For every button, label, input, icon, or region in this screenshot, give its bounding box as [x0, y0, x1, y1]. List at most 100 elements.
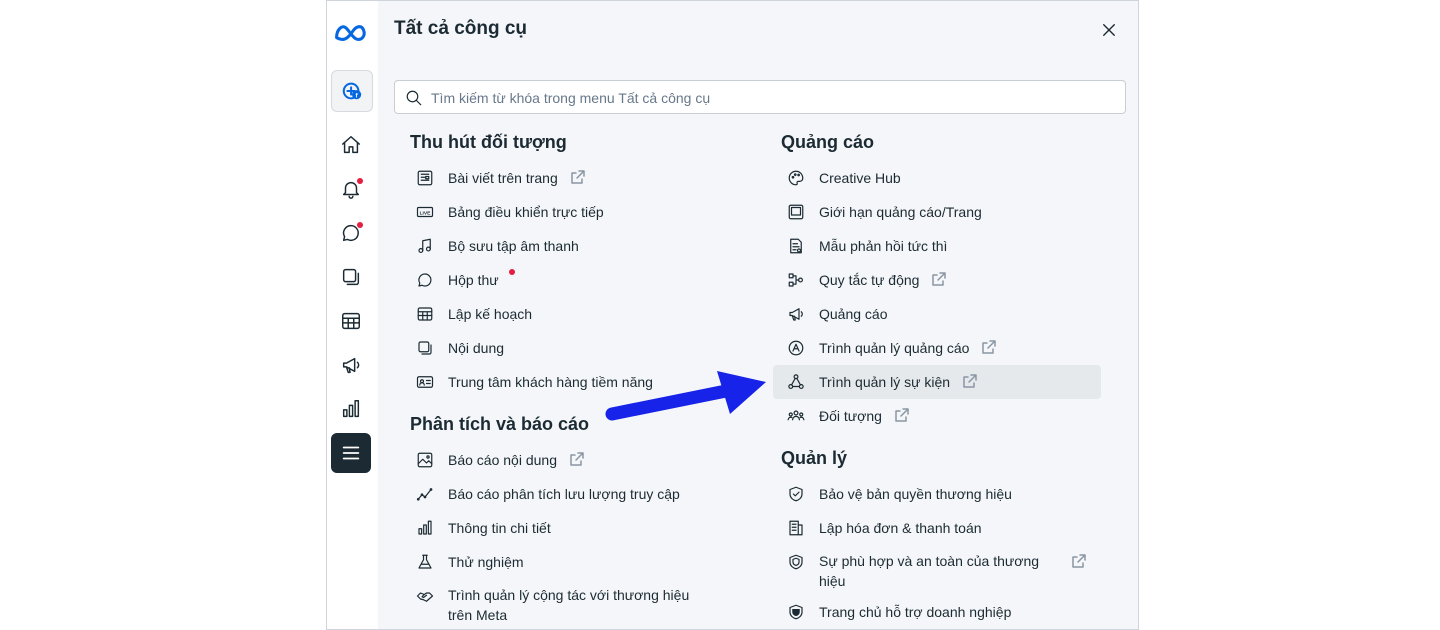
tool-label: Quảng cáo: [819, 306, 888, 322]
tool-content[interactable]: Nội dung: [410, 331, 740, 365]
support-shield-icon: [787, 603, 805, 621]
insights-icon[interactable]: [331, 389, 371, 429]
tool-label: Bộ sưu tập âm thanh: [448, 238, 579, 254]
tool-label: Bảo vệ bản quyền thương hiệu: [819, 486, 1012, 502]
close-button[interactable]: [1098, 19, 1120, 41]
external-link-icon: [570, 169, 586, 185]
section-title-ads: Quảng cáo: [781, 132, 875, 152]
tool-label: Lập hóa đơn & thanh toán: [819, 520, 982, 536]
tool-billing[interactable]: Lập hóa đơn & thanh toán: [781, 511, 1101, 545]
section-title-analytics: Phân tích và báo cáo: [410, 414, 590, 434]
menu-icon[interactable]: [331, 433, 371, 473]
search-icon: [406, 90, 422, 106]
search-field[interactable]: [394, 80, 1126, 115]
external-link-icon: [981, 339, 997, 355]
handshake-icon: [416, 587, 434, 605]
shield-icon: [787, 553, 805, 571]
tool-label: Bài viết trên trang: [448, 170, 558, 186]
left-rail: f: [327, 1, 378, 629]
tool-ads[interactable]: Quảng cáo: [781, 297, 1101, 331]
external-link-icon: [962, 373, 978, 389]
tool-label: Thông tin chi tiết: [448, 520, 551, 536]
flow-icon: [787, 271, 805, 289]
tool-sound-collection[interactable]: Bộ sưu tập âm thanh: [410, 229, 740, 263]
tool-brand-collabs[interactable]: Trình quản lý cộng tác với thương hiệu t…: [410, 579, 710, 627]
flask-icon: [416, 553, 434, 571]
events-icon: [787, 373, 805, 391]
tool-creative-hub[interactable]: Creative Hub: [781, 161, 1101, 195]
tool-label: Nội dung: [448, 340, 505, 356]
tool-label: Quy tắc tự động: [819, 272, 920, 288]
planner-icon[interactable]: [331, 301, 371, 341]
content-stack-icon: [416, 339, 434, 357]
svg-text:LIVE: LIVE: [420, 210, 432, 216]
tool-instant-forms[interactable]: Mẫu phản hồi tức thì: [781, 229, 1101, 263]
tool-label: Sự phù hợp và an toàn của thương hiệu: [819, 553, 1040, 589]
shield-check-icon: [787, 485, 805, 503]
live-icon: LIVE: [416, 203, 434, 221]
tool-live-dashboard[interactable]: LIVE Bảng điều khiển trực tiếp: [410, 195, 740, 229]
tool-label: Lập kế hoạch: [448, 306, 533, 322]
tool-label: Trang chủ hỗ trợ doanh nghiệp: [819, 604, 1012, 620]
tool-label: Mẫu phản hồi tức thì: [819, 238, 948, 254]
search-input[interactable]: [429, 81, 1123, 115]
tool-ad-limits[interactable]: Giới hạn quảng cáo/Trang: [781, 195, 1101, 229]
megaphone-icon: [787, 305, 805, 323]
chat-bubble-icon: [416, 271, 434, 289]
tool-page-posts[interactable]: Bài viết trên trang: [410, 161, 740, 195]
tool-label: Trình quản lý cộng tác với thương hiệu t…: [448, 587, 690, 623]
tool-brand-rights[interactable]: Bảo vệ bản quyền thương hiệu: [781, 477, 1101, 511]
tool-label: Thử nghiệm: [448, 554, 524, 570]
tool-inbox[interactable]: Hộp thư: [410, 263, 740, 297]
tool-audiences[interactable]: Đối tượng: [781, 399, 1101, 433]
bell-icon[interactable]: [331, 169, 371, 209]
all-tools-panel: Tất cả công cụ Thu hút đối tượng Bài viế…: [378, 1, 1138, 629]
tool-insights[interactable]: Thông tin chi tiết: [410, 511, 740, 545]
section-title-engage: Thu hút đối tượng: [410, 132, 567, 152]
tool-label: Báo cáo nội dung: [448, 452, 557, 468]
external-link-icon: [569, 451, 585, 467]
tool-automated-rules[interactable]: Quy tắc tự động: [781, 263, 1101, 297]
tool-business-support[interactable]: Trang chủ hỗ trợ doanh nghiệp: [781, 595, 1101, 629]
tool-brand-safety[interactable]: Sự phù hợp và an toàn của thương hiệu: [781, 545, 1101, 593]
external-link-icon: [894, 407, 910, 423]
external-link-icon: [1071, 553, 1087, 569]
tool-leads-center[interactable]: Trung tâm khách hàng tiềm năng: [410, 365, 740, 399]
palette-icon: [787, 169, 805, 187]
tool-events-manager[interactable]: Trình quản lý sự kiện: [773, 365, 1101, 399]
tool-label: Đối tượng: [819, 408, 882, 424]
trend-line-icon: [416, 485, 434, 503]
form-icon: [787, 237, 805, 255]
external-link-icon: [931, 271, 947, 287]
tool-ads-manager[interactable]: Trình quản lý quảng cáo: [781, 331, 1101, 365]
tool-label: Trình quản lý sự kiện: [819, 374, 951, 390]
tool-content-report[interactable]: Báo cáo nội dung: [410, 443, 740, 477]
page-title: Tất cả công cụ: [394, 18, 528, 39]
home-icon[interactable]: [331, 125, 371, 165]
tool-traffic-report[interactable]: Báo cáo phân tích lưu lượng truy cập: [410, 477, 740, 511]
music-note-icon: [416, 237, 434, 255]
notification-dot: [508, 269, 515, 275]
ads-manager-icon: [787, 339, 805, 357]
meta-logo-icon[interactable]: [331, 13, 371, 53]
tool-label: Hộp thư: [448, 272, 499, 288]
calendar-grid-icon: [416, 305, 434, 323]
content-icon[interactable]: [331, 257, 371, 297]
all-tools-window: f Tất cả công cụ Tìm kiếm từ khóa trong …: [326, 0, 1139, 630]
chat-icon[interactable]: [331, 213, 371, 253]
notification-dot: [357, 178, 363, 184]
close-icon: [1103, 24, 1115, 36]
audience-icon: [787, 407, 805, 425]
create-post-icon[interactable]: f: [331, 70, 373, 112]
tool-label: Bảng điều khiển trực tiếp: [448, 204, 604, 220]
notification-dot: [357, 222, 363, 228]
tool-experiments[interactable]: Thử nghiệm: [410, 545, 740, 579]
tool-label: Giới hạn quảng cáo/Trang: [819, 204, 982, 220]
megaphone-icon[interactable]: [331, 345, 371, 385]
tool-label: Trình quản lý quảng cáo: [819, 340, 970, 356]
tool-label: Báo cáo phân tích lưu lượng truy cập: [448, 486, 680, 502]
screen-icon: [787, 203, 805, 221]
posts-icon: [416, 169, 434, 187]
image-report-icon: [416, 451, 434, 469]
tool-planner[interactable]: Lập kế hoạch: [410, 297, 740, 331]
